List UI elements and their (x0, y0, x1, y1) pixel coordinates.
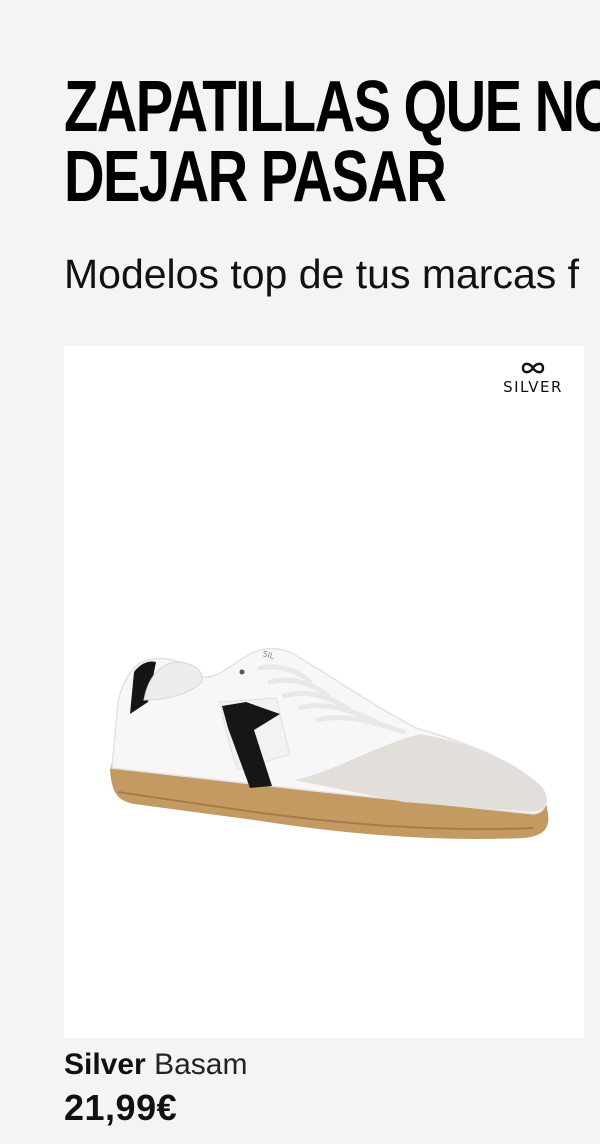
product-title[interactable]: Silver Basam (64, 1046, 247, 1084)
product-price: 21,99€ (64, 1087, 178, 1128)
product-card[interactable]: SILVER SIL (64, 346, 584, 1038)
section-title: ZAPATILLAS QUE NO DEJAR PASAR (64, 67, 600, 217)
brand-logo-text: SILVER (503, 378, 563, 396)
product-brand: Silver (64, 1048, 146, 1081)
product-model: Basam (154, 1048, 248, 1081)
section-title-line-2: DEJAR PASAR (64, 137, 447, 217)
page: ZAPATILLAS QUE NO DEJAR PASAR Modelos to… (0, 0, 600, 1144)
section-subtitle: Modelos top de tus marcas f (64, 251, 580, 297)
brand-logo: SILVER (498, 360, 568, 396)
silver-infinity-logo-icon (521, 362, 545, 374)
product-image[interactable]: SIL (104, 642, 554, 872)
section-title-line-1: ZAPATILLAS QUE NO (64, 67, 600, 147)
